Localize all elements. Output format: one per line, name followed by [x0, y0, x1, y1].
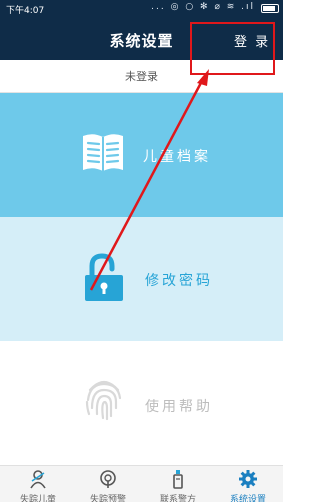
change-password-label: 修改密码 — [145, 273, 213, 289]
book-icon — [83, 134, 123, 171]
status-bar: 下午4:07 ... ◎ ○ ✻ ⌀ ≋ .ıl — [0, 0, 283, 18]
fingerprint-icon — [85, 380, 122, 421]
help-card[interactable]: 使用帮助 — [0, 341, 283, 465]
children-profile-label: 儿童档案 — [143, 149, 211, 165]
gear-icon — [239, 470, 257, 488]
help-label: 使用帮助 — [145, 399, 213, 415]
children-profile-card[interactable]: 儿童档案 — [0, 93, 283, 217]
bottom-nav: 失踪儿童 失踪预警 联系警方 系统设置 — [0, 465, 283, 502]
alert-icon — [100, 470, 116, 488]
lock-icon — [85, 253, 123, 301]
battery-icon — [261, 4, 279, 13]
nav-missing-alert[interactable]: 失踪预警 — [73, 466, 143, 502]
child-icon — [30, 470, 46, 489]
nav-label-system-settings: 系统设置 — [229, 495, 266, 502]
nav-system-settings[interactable]: 系统设置 — [213, 466, 283, 502]
nav-label-missing-alert: 失踪预警 — [89, 495, 126, 502]
status-time: 下午4:07 — [6, 6, 45, 16]
nav-missing-children[interactable]: 失踪儿童 — [3, 466, 73, 502]
nav-label-missing-children: 失踪儿童 — [19, 495, 56, 502]
change-password-card[interactable]: 修改密码 — [0, 217, 283, 341]
police-icon — [173, 470, 183, 489]
status-icons: ... ◎ ○ ✻ ⌀ ≋ .ıl — [151, 2, 255, 12]
annotation-highlight-box — [190, 22, 275, 75]
nav-label-contact-police: 联系警方 — [159, 495, 196, 502]
nav-contact-police[interactable]: 联系警方 — [143, 466, 213, 502]
